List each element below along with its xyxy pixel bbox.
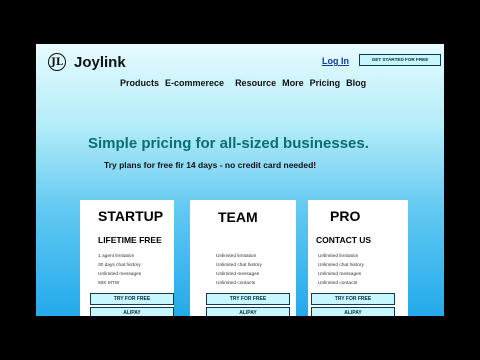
joylink-logo-icon: JL bbox=[48, 53, 66, 71]
main-nav: Products E-commerece Resource More Prici… bbox=[120, 78, 372, 88]
nav-item-products[interactable]: Products bbox=[120, 78, 159, 88]
hero-title: Simple pricing for all-sized businesses. bbox=[88, 135, 369, 152]
feature-item: Unlimited contacts bbox=[318, 281, 358, 286]
brand-name: Joylink bbox=[74, 53, 126, 71]
feature-item: Unlimited chat history bbox=[318, 263, 364, 268]
feature-item: Unlimited messages bbox=[98, 272, 142, 277]
feature-item: Unlimited messages bbox=[318, 272, 362, 277]
nav-item-resource[interactable]: Resource bbox=[235, 78, 276, 88]
alipay-button[interactable]: ALIPAY bbox=[206, 307, 290, 316]
plan-features: 1 agent limitation 30 days chat history … bbox=[98, 252, 141, 288]
hero-subtitle: Try plans for free fir 14 days - no cred… bbox=[104, 160, 317, 170]
login-link[interactable]: Log In bbox=[322, 56, 349, 66]
alipay-button[interactable]: ALIPAY bbox=[311, 307, 395, 316]
feature-item: Unlimited contacts bbox=[216, 281, 256, 286]
get-started-button[interactable]: GET STARTED FOR FREE bbox=[359, 54, 441, 66]
feature-item: 1 agent limitation bbox=[98, 254, 135, 259]
plan-name: STARTUP bbox=[98, 208, 164, 224]
browser-viewport: JL Joylink Log In GET STARTED FOR FREE P… bbox=[36, 44, 444, 316]
feature-item: 50K MTW bbox=[98, 281, 120, 286]
brand-logo[interactable]: JL Joylink bbox=[48, 53, 126, 71]
feature-item: Unlimited messages bbox=[216, 272, 260, 277]
plan-name: TEAM bbox=[218, 209, 258, 225]
nav-item-pricing[interactable]: Pricing bbox=[310, 78, 341, 88]
nav-item-blog[interactable]: Blog bbox=[346, 78, 366, 88]
feature-item: 30 days chat history bbox=[98, 263, 141, 268]
plan-subtitle: LIFETIME FREE bbox=[98, 235, 162, 245]
try-for-free-button[interactable]: TRY FOR FREE bbox=[311, 293, 395, 305]
feature-item: Unlimited chat history bbox=[216, 263, 262, 268]
try-for-free-button[interactable]: TRY FOR FREE bbox=[90, 293, 174, 305]
plan-name: PRO bbox=[330, 208, 361, 224]
feature-item: Unlimited limitation bbox=[216, 254, 257, 259]
plan-card-team: TEAM Unlimited limitation Unlimited chat… bbox=[190, 200, 296, 316]
plan-features: Unlimited limitation Unlimited chat hist… bbox=[318, 252, 364, 288]
plan-features: Unlimited limitation Unlimited chat hist… bbox=[216, 252, 262, 288]
nav-item-more[interactable]: More bbox=[282, 78, 304, 88]
logo-letters: JL bbox=[51, 56, 63, 68]
nav-item-ecommerce[interactable]: E-commerece bbox=[165, 78, 224, 88]
try-for-free-button[interactable]: TRY FOR FREE bbox=[206, 293, 290, 305]
feature-item: Unlimited limitation bbox=[318, 254, 359, 259]
plan-card-pro: PRO CONTACT US Unlimited limitation Unli… bbox=[308, 200, 408, 316]
alipay-button[interactable]: ALIPAY bbox=[90, 307, 174, 316]
plan-card-startup: STARTUP LIFETIME FREE 1 agent limitation… bbox=[80, 200, 174, 316]
plan-subtitle: CONTACT US bbox=[316, 235, 372, 245]
